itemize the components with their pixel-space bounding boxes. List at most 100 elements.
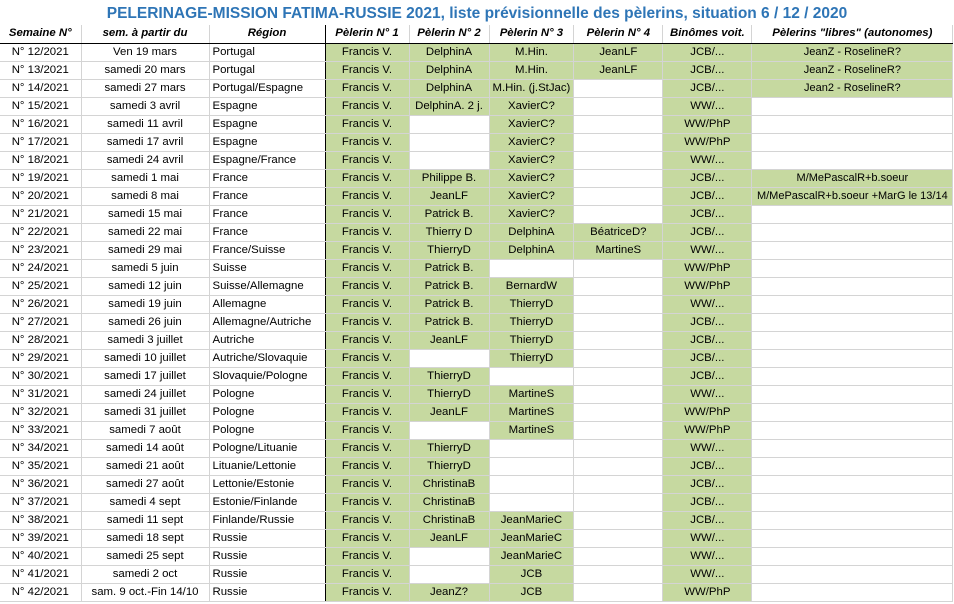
cell-region[interactable]: Espagne — [209, 97, 326, 116]
cell-binome[interactable]: JCB/... — [662, 349, 753, 368]
cell-date[interactable]: samedi 31 juillet — [81, 403, 210, 422]
cell-pelerin-3[interactable]: XavierC? — [489, 115, 575, 134]
cell-pelerin-3[interactable] — [489, 367, 575, 386]
cell-pelerin-1[interactable]: Francis V. — [325, 43, 410, 62]
cell-pelerin-3[interactable] — [489, 259, 575, 278]
cell-date[interactable]: samedi 1 mai — [81, 169, 210, 188]
cell-date[interactable]: samedi 20 mars — [81, 61, 210, 80]
cell-pelerin-4[interactable]: JeanLF — [573, 43, 664, 62]
cell-pelerin-2[interactable]: JeanLF — [409, 403, 490, 422]
cell-pelerin-2[interactable] — [409, 115, 490, 134]
cell-binome[interactable]: JCB/... — [662, 331, 753, 350]
cell-pelerin-3[interactable]: M.Hin. (j.StJac) — [489, 79, 575, 98]
cell-week[interactable]: N° 33/2021 — [0, 421, 82, 440]
cell-week[interactable]: N° 32/2021 — [0, 403, 82, 422]
cell-date[interactable]: samedi 24 juillet — [81, 385, 210, 404]
cell-pelerin-3[interactable] — [489, 439, 575, 458]
cell-pelerin-4[interactable] — [573, 403, 664, 422]
cell-pelerin-1[interactable]: Francis V. — [325, 115, 410, 134]
cell-libres[interactable] — [751, 547, 954, 566]
cell-pelerin-1[interactable]: Francis V. — [325, 133, 410, 152]
cell-pelerin-4[interactable]: JeanLF — [573, 61, 664, 80]
cell-pelerin-1[interactable]: Francis V. — [325, 97, 410, 116]
header-pelerin-2[interactable]: Pèlerin N° 2 — [409, 25, 490, 44]
cell-binome[interactable]: WW/... — [662, 529, 753, 548]
cell-pelerin-4[interactable] — [573, 331, 664, 350]
cell-week[interactable]: N° 15/2021 — [0, 97, 82, 116]
cell-pelerin-4[interactable] — [573, 475, 664, 494]
cell-region[interactable]: Suisse/Allemagne — [209, 277, 326, 296]
cell-pelerin-3[interactable]: BernardW — [489, 277, 575, 296]
cell-libres[interactable] — [751, 583, 954, 602]
cell-pelerin-1[interactable]: Francis V. — [325, 349, 410, 368]
cell-date[interactable]: samedi 19 juin — [81, 295, 210, 314]
cell-pelerin-1[interactable]: Francis V. — [325, 547, 410, 566]
cell-pelerin-4[interactable] — [573, 187, 664, 206]
cell-region[interactable]: Allemagne — [209, 295, 326, 314]
cell-libres[interactable] — [751, 475, 954, 494]
cell-pelerin-4[interactable] — [573, 565, 664, 584]
cell-region[interactable]: Russie — [209, 583, 326, 602]
cell-pelerin-1[interactable]: Francis V. — [325, 79, 410, 98]
cell-pelerin-3[interactable] — [489, 493, 575, 512]
cell-week[interactable]: N° 24/2021 — [0, 259, 82, 278]
cell-pelerin-1[interactable]: Francis V. — [325, 385, 410, 404]
cell-pelerin-3[interactable]: JCB — [489, 565, 575, 584]
cell-binome[interactable]: JCB/... — [662, 493, 753, 512]
cell-region[interactable]: Autriche — [209, 331, 326, 350]
cell-region[interactable]: France — [209, 187, 326, 206]
cell-date[interactable]: samedi 15 mai — [81, 205, 210, 224]
cell-pelerin-3[interactable]: XavierC? — [489, 133, 575, 152]
cell-pelerin-3[interactable]: JeanMarieC — [489, 511, 575, 530]
cell-week[interactable]: N° 21/2021 — [0, 205, 82, 224]
cell-week[interactable]: N° 27/2021 — [0, 313, 82, 332]
cell-pelerin-3[interactable]: MartineS — [489, 421, 575, 440]
cell-binome[interactable]: JCB/... — [662, 205, 753, 224]
cell-pelerin-4[interactable] — [573, 205, 664, 224]
cell-region[interactable]: Espagne — [209, 115, 326, 134]
cell-pelerin-2[interactable]: ThierryD — [409, 241, 490, 260]
cell-date[interactable]: samedi 17 juillet — [81, 367, 210, 386]
cell-date[interactable]: samedi 24 avril — [81, 151, 210, 170]
cell-region[interactable]: Espagne/France — [209, 151, 326, 170]
header-libres[interactable]: Pèlerins "libres" (autonomes) — [751, 25, 954, 44]
cell-pelerin-2[interactable]: JeanLF — [409, 187, 490, 206]
cell-date[interactable]: samedi 3 avril — [81, 97, 210, 116]
cell-binome[interactable]: WW/PhP — [662, 421, 753, 440]
cell-week[interactable]: N° 17/2021 — [0, 133, 82, 152]
cell-date[interactable]: samedi 5 juin — [81, 259, 210, 278]
cell-pelerin-2[interactable]: Patrick B. — [409, 205, 490, 224]
cell-week[interactable]: N° 34/2021 — [0, 439, 82, 458]
cell-date[interactable]: samedi 21 août — [81, 457, 210, 476]
cell-pelerin-1[interactable]: Francis V. — [325, 223, 410, 242]
cell-binome[interactable]: JCB/... — [662, 313, 753, 332]
cell-libres[interactable]: Jean2 - RoselineR? — [751, 79, 954, 98]
cell-pelerin-1[interactable]: Francis V. — [325, 403, 410, 422]
cell-pelerin-3[interactable] — [489, 475, 575, 494]
cell-libres[interactable] — [751, 457, 954, 476]
cell-week[interactable]: N° 39/2021 — [0, 529, 82, 548]
cell-week[interactable]: N° 22/2021 — [0, 223, 82, 242]
cell-binome[interactable]: WW/... — [662, 295, 753, 314]
cell-libres[interactable] — [751, 97, 954, 116]
cell-pelerin-1[interactable]: Francis V. — [325, 259, 410, 278]
cell-binome[interactable]: WW/... — [662, 565, 753, 584]
cell-pelerin-2[interactable]: DelphinA. 2 j. — [409, 97, 490, 116]
cell-region[interactable]: Suisse — [209, 259, 326, 278]
cell-libres[interactable] — [751, 331, 954, 350]
cell-pelerin-3[interactable]: XavierC? — [489, 169, 575, 188]
cell-region[interactable]: Allemagne/Autriche — [209, 313, 326, 332]
cell-pelerin-2[interactable]: Patrick B. — [409, 259, 490, 278]
cell-pelerin-4[interactable] — [573, 421, 664, 440]
cell-pelerin-2[interactable]: Patrick B. — [409, 277, 490, 296]
cell-libres[interactable] — [751, 295, 954, 314]
cell-pelerin-4[interactable] — [573, 295, 664, 314]
cell-pelerin-2[interactable]: ThierryD — [409, 385, 490, 404]
cell-pelerin-2[interactable] — [409, 547, 490, 566]
cell-pelerin-4[interactable] — [573, 439, 664, 458]
cell-date[interactable]: samedi 11 sept — [81, 511, 210, 530]
cell-region[interactable]: Portugal — [209, 61, 326, 80]
cell-binome[interactable]: WW/PhP — [662, 403, 753, 422]
cell-pelerin-4[interactable] — [573, 385, 664, 404]
header-week[interactable]: Semaine N° — [0, 25, 82, 44]
